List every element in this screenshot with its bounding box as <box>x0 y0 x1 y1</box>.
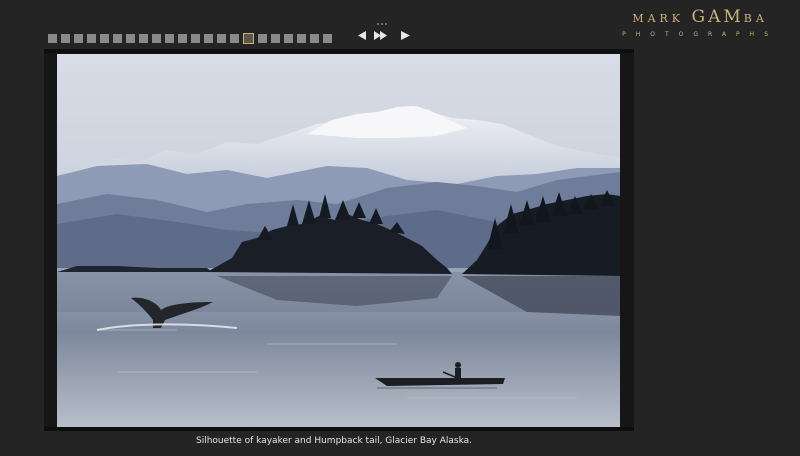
thumbnail[interactable] <box>87 34 96 43</box>
counter-dot <box>385 23 387 25</box>
counter-indicator <box>377 23 389 26</box>
logo-last-name-rest: BA <box>743 12 768 25</box>
next-icon[interactable] <box>401 31 410 40</box>
thumbnail[interactable] <box>48 34 57 43</box>
thumbnail[interactable] <box>61 34 70 43</box>
thumbnail[interactable] <box>284 34 293 43</box>
site-logo[interactable]: MARK GAMBA PHOTOGRAPHS <box>622 7 778 38</box>
thumbnail[interactable] <box>165 34 174 43</box>
counter-dot <box>377 23 379 25</box>
thumbnail[interactable] <box>323 34 332 43</box>
thumbnail[interactable] <box>74 34 83 43</box>
thumbnail[interactable] <box>217 34 226 43</box>
gallery-page: MARK GAMBA PHOTOGRAPHS Silhouette of kay… <box>0 0 800 456</box>
frame-border-bottom <box>44 427 634 431</box>
thumbnail[interactable] <box>113 34 122 43</box>
thumbnail[interactable] <box>191 34 200 43</box>
thumbnail[interactable] <box>297 34 306 43</box>
gallery-nav <box>358 31 410 40</box>
thumbnail[interactable] <box>139 34 148 43</box>
thumbnail[interactable] <box>126 34 135 43</box>
thumbnail[interactable] <box>152 34 161 43</box>
main-photo[interactable] <box>57 54 620 428</box>
thumbnail-strip <box>48 33 332 44</box>
slideshow-play-icon[interactable] <box>374 31 388 40</box>
logo-last-name-initial: GAM <box>691 7 744 27</box>
photo-caption: Silhouette of kayaker and Humpback tail,… <box>195 436 473 446</box>
logo-subtitle: PHOTOGRAPHS <box>622 31 778 38</box>
previous-icon[interactable] <box>358 31 367 40</box>
thumbnail[interactable] <box>100 34 109 43</box>
thumbnail[interactable] <box>230 34 239 43</box>
thumbnail[interactable] <box>204 34 213 43</box>
frame-border-top <box>44 49 634 53</box>
thumbnail[interactable] <box>310 34 319 43</box>
photo-frame <box>44 49 634 431</box>
logo-first-name: MARK <box>632 12 685 25</box>
thumbnail[interactable] <box>271 34 280 43</box>
logo-name: MARK GAMBA <box>622 7 778 27</box>
thumbnail[interactable] <box>258 34 267 43</box>
thumbnail-active[interactable] <box>243 33 254 44</box>
thumbnail[interactable] <box>178 34 187 43</box>
counter-dot <box>381 23 383 25</box>
